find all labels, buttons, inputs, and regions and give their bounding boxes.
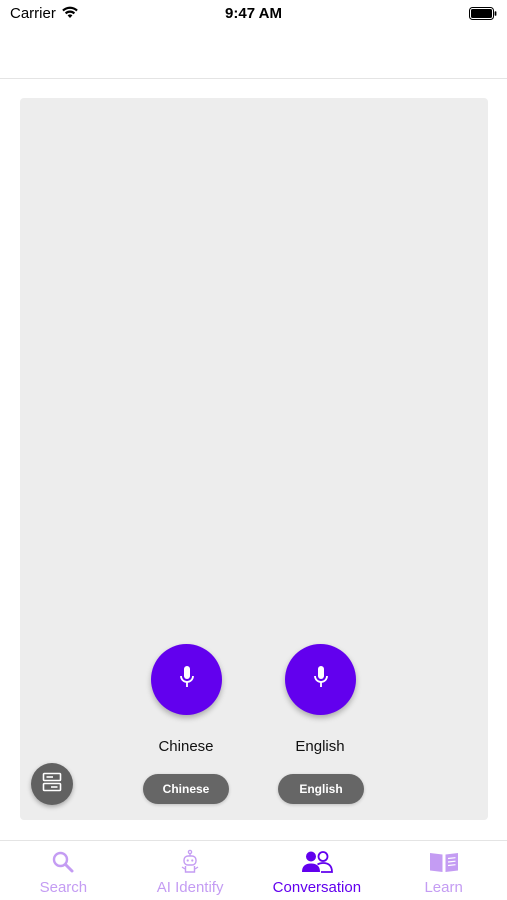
microphone-icon — [312, 665, 330, 694]
tab-search[interactable]: Search — [0, 841, 127, 900]
tab-label: Search — [39, 879, 88, 896]
conversation-panel: Chinese English Chinese English — [20, 98, 488, 820]
status-bar: Carrier 9:47 AM — [0, 0, 507, 30]
english-language-label: English — [295, 738, 345, 755]
tab-label: Conversation — [272, 879, 362, 896]
tab-conversation[interactable]: Conversation — [254, 841, 381, 900]
tab-label: Learn — [424, 879, 463, 896]
english-language-selector[interactable]: English — [278, 774, 364, 804]
header-divider — [0, 78, 507, 79]
people-icon — [301, 848, 333, 876]
layout-toggle-button[interactable] — [31, 763, 73, 805]
microphone-icon — [178, 665, 196, 694]
chinese-language-label: Chinese — [158, 738, 214, 755]
tab-label: AI Identify — [156, 879, 224, 896]
status-time: 9:47 AM — [225, 5, 282, 22]
tab-bar: Search AI Identify Conversation Learn — [0, 841, 507, 900]
tab-learn[interactable]: Learn — [380, 841, 507, 900]
book-icon — [429, 848, 459, 876]
tab-ai-identify[interactable]: AI Identify — [127, 841, 254, 900]
chinese-mic-button[interactable] — [151, 644, 222, 715]
layout-icon — [42, 772, 62, 797]
search-icon — [51, 848, 75, 876]
robot-icon — [178, 848, 202, 876]
battery-icon — [469, 7, 497, 25]
english-mic-button[interactable] — [285, 644, 356, 715]
chinese-language-selector[interactable]: Chinese — [143, 774, 229, 804]
